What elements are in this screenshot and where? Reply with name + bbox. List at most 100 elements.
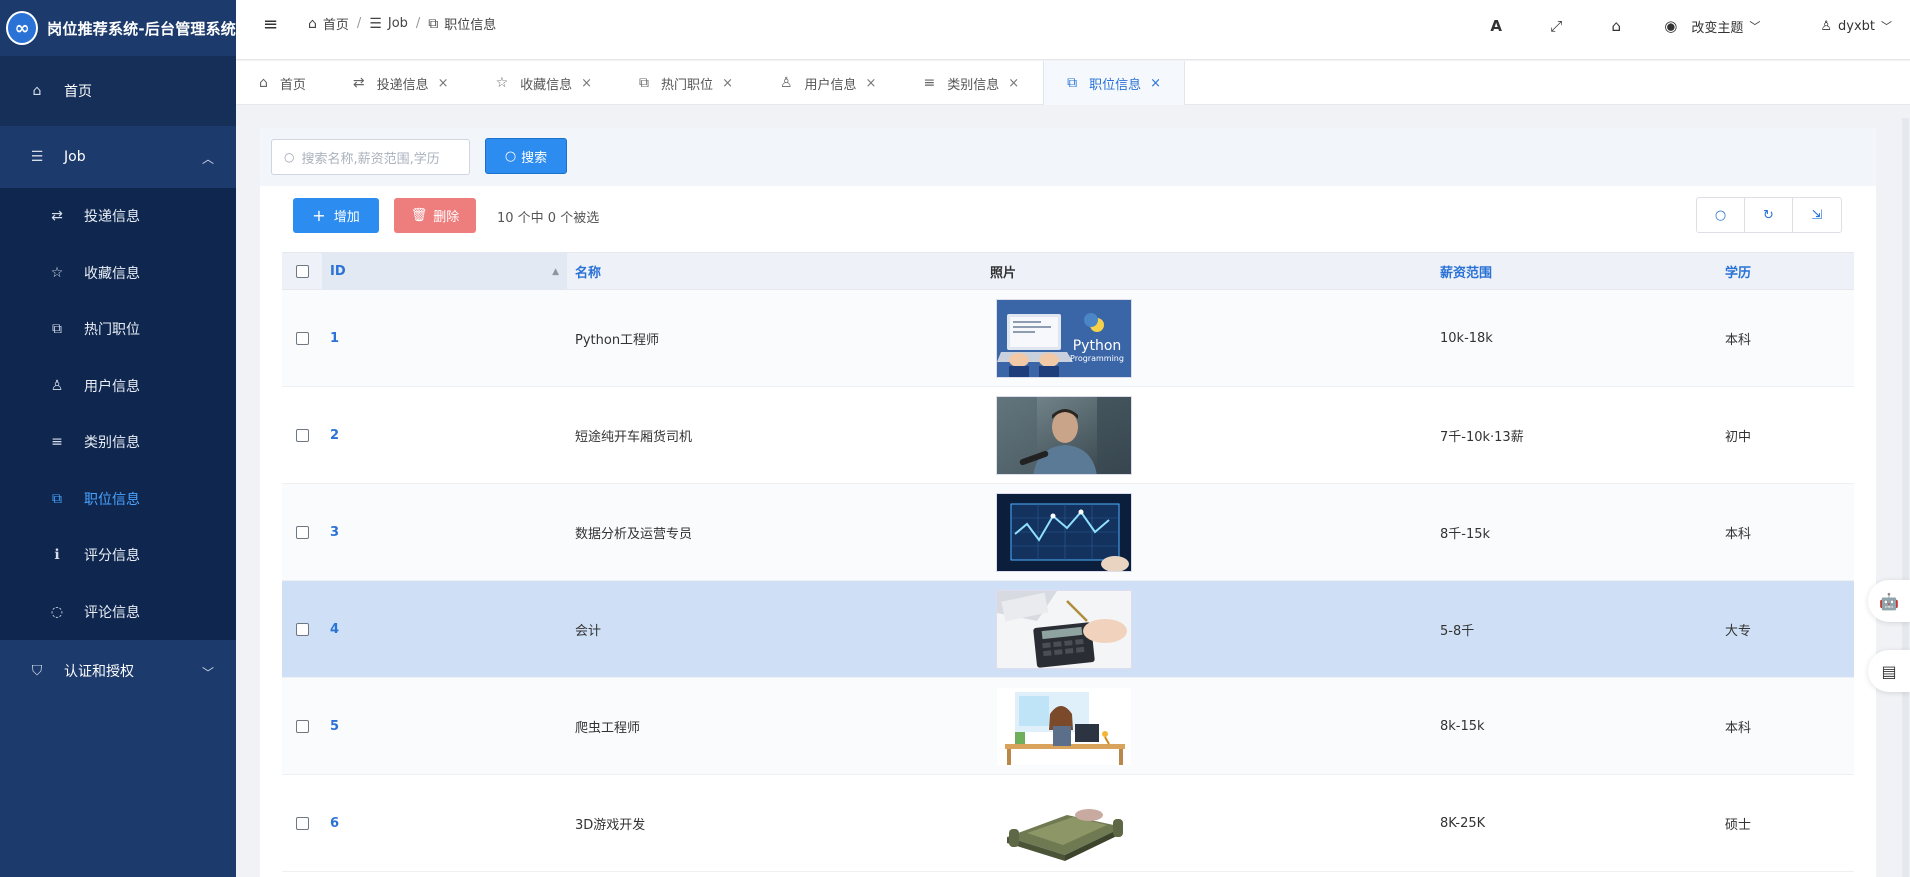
column-header-education[interactable]: 学历 (1717, 262, 1854, 281)
sidebar-item-users[interactable]: ♙ 用户信息 (0, 358, 236, 415)
job-photo-data-analysis[interactable] (996, 492, 1132, 572)
sidebar-group-job[interactable]: ☰ Job ︿ (0, 126, 236, 188)
notes-icon[interactable]: ▤ (1868, 650, 1910, 692)
cell-salary: 7千-10k·13薪 (1440, 429, 1524, 445)
column-header-id[interactable]: ID ▲ (322, 252, 567, 290)
cell-id[interactable]: 5 (322, 719, 567, 734)
cell-id[interactable]: 2 (322, 428, 567, 443)
job-photo-accounting[interactable] (996, 589, 1132, 669)
cell-id[interactable]: 1 (322, 331, 567, 346)
cell-id[interactable]: 6 (322, 816, 567, 831)
sidebar-item-label: 评分信息 (84, 548, 140, 565)
search-icon: ○ (284, 150, 295, 164)
search-placeholder: 搜索名称,薪资范围,学历 (301, 151, 440, 167)
add-button[interactable]: + 增加 (293, 198, 379, 233)
hamburger-menu-icon[interactable]: ≡ (263, 14, 278, 35)
tab-hot-jobs[interactable]: ⧉ 热门职位 × (616, 61, 757, 105)
tab-home[interactable]: ⌂ 首页 (236, 61, 330, 105)
table-row[interactable]: 1 Python工程师 Python Programming 10k-18k 本… (282, 290, 1854, 387)
sidebar-item-categories[interactable]: ≡ 类别信息 (0, 414, 236, 471)
font-size-icon[interactable]: A (1466, 17, 1526, 35)
table-row[interactable]: 2 短途纯开车厢货司机 7千-10k·13薪 初中 (282, 387, 1854, 484)
cell-id[interactable]: 4 (322, 622, 567, 637)
select-all-checkbox[interactable] (295, 264, 309, 278)
column-header-photo: 照片 (990, 265, 1017, 281)
column-header-name[interactable]: 名称 (567, 262, 982, 281)
sidebar-item-hot-jobs[interactable]: ⧉ 热门职位 (0, 301, 236, 358)
tab-jobs[interactable]: ⧉ 职位信息 × (1043, 61, 1186, 105)
palette-icon: ◉ (1664, 17, 1678, 35)
row-checkbox[interactable] (295, 525, 309, 539)
jobs-table: ID ▲ 名称 照片 薪资范围 学历 1 Python工程师 Python Pr… (282, 252, 1854, 872)
column-header-salary[interactable]: 薪资范围 (1432, 262, 1717, 281)
close-icon[interactable]: × (866, 76, 877, 91)
row-checkbox[interactable] (295, 816, 309, 830)
close-icon[interactable]: × (438, 76, 449, 91)
breadcrumb-item[interactable]: 首页 (323, 14, 349, 33)
user-menu[interactable]: ♙ dyxbt ﹀ (1820, 18, 1892, 34)
cell-salary: 8千-15k (1440, 526, 1491, 542)
sidebar-item-jobs[interactable]: ⧉ 职位信息 (0, 471, 236, 528)
column-header-label: ID (330, 263, 346, 279)
row-checkbox[interactable] (295, 622, 309, 636)
sidebar-item-ratings[interactable]: ℹ 评分信息 (0, 527, 236, 584)
job-photo-3d-game[interactable] (996, 784, 1132, 863)
close-icon[interactable]: × (1008, 76, 1019, 91)
search-toggle-icon[interactable]: ○ (1697, 198, 1745, 232)
cast-icon: ⧉ (52, 321, 62, 338)
sidebar-item-delivery[interactable]: ⇄ 投递信息 (0, 188, 236, 245)
table-header: ID ▲ 名称 照片 薪资范围 学历 (282, 252, 1854, 290)
table-row[interactable]: 4 会计 5-8千 大专 (282, 581, 1854, 678)
cell-name: Python工程师 (575, 332, 660, 348)
job-photo-python[interactable]: Python Programming (996, 298, 1132, 378)
search-input[interactable]: ○ 搜索名称,薪资范围,学历 (271, 139, 470, 175)
sidebar-item-home[interactable]: ⌂ 首页 (0, 56, 236, 126)
table-row[interactable]: 3 数据分析及运营专员 8千-15k 本科 (282, 484, 1854, 581)
tab-favorites[interactable]: ☆ 收藏信息 × (473, 61, 616, 105)
search-button[interactable]: ○ 搜索 (485, 138, 567, 174)
cell-salary: 8k-15k (1440, 718, 1485, 734)
job-photo-crawler[interactable] (996, 687, 1132, 766)
app-logo[interactable]: ∞ 岗位推荐系统-后台管理系统 (0, 0, 236, 56)
sidebar-group-auth[interactable]: ⛉ 认证和授权 ﹀ (0, 640, 236, 702)
sidebar-item-favorites[interactable]: ☆ 收藏信息 (0, 245, 236, 302)
breadcrumb-item[interactable]: Job (388, 16, 408, 31)
sort-ascending-icon[interactable]: ▲ (552, 267, 559, 277)
refresh-icon[interactable]: ↻ (1745, 198, 1793, 232)
sidebar-item-label: 用户信息 (84, 378, 140, 395)
row-checkbox[interactable] (295, 331, 309, 345)
scrollbar-thumb[interactable] (1902, 118, 1909, 877)
search-button-label: 搜索 (521, 150, 548, 166)
theme-label: 改变主题 (1691, 20, 1744, 36)
cell-salary: 8K-25K (1440, 815, 1486, 831)
delete-button[interactable]: 🗑 删除 (394, 198, 476, 233)
chevron-down-icon: ﹀ (1749, 20, 1761, 33)
row-checkbox[interactable] (295, 428, 309, 442)
comment-icon: ◌ (50, 603, 64, 620)
close-icon[interactable]: × (1150, 76, 1161, 91)
home-icon[interactable]: ⌂ (1586, 17, 1646, 35)
robot-assistant-icon[interactable]: 🤖 (1868, 580, 1910, 622)
row-checkbox[interactable] (295, 719, 309, 733)
close-icon[interactable]: × (581, 76, 592, 91)
table-row[interactable]: 6 3D游戏开发 8K-25K 硕士 (282, 775, 1854, 872)
delete-button-label: 删除 (433, 210, 460, 225)
cell-id[interactable]: 3 (322, 525, 567, 540)
sidebar-item-label: 职位信息 (84, 491, 140, 508)
fullscreen-icon[interactable]: ⤢ (1526, 17, 1586, 35)
cell-education: 大专 (1725, 623, 1752, 639)
export-icon[interactable]: ⇲ (1793, 198, 1841, 232)
tab-delivery[interactable]: ⇄ 投递信息 × (330, 61, 473, 105)
table-tools: ○ ↻ ⇲ (1696, 197, 1842, 233)
cell-name: 爬虫工程师 (575, 720, 641, 736)
tab-users[interactable]: ♙ 用户信息 × (757, 61, 900, 105)
table-row[interactable]: 5 爬虫工程师 8k-15k 本科 (282, 678, 1854, 775)
job-photo-driver[interactable] (996, 395, 1132, 475)
theme-switcher[interactable]: ◉ 改变主题 ﹀ (1664, 17, 1760, 36)
sidebar-item-comments[interactable]: ◌ 评论信息 (0, 584, 236, 641)
tab-label: 职位信息 (1089, 77, 1142, 93)
tab-categories[interactable]: ≡ 类别信息 × (900, 61, 1043, 105)
cast-icon: ⧉ (639, 75, 650, 91)
close-icon[interactable]: × (722, 76, 733, 91)
tab-label: 用户信息 (804, 77, 857, 93)
